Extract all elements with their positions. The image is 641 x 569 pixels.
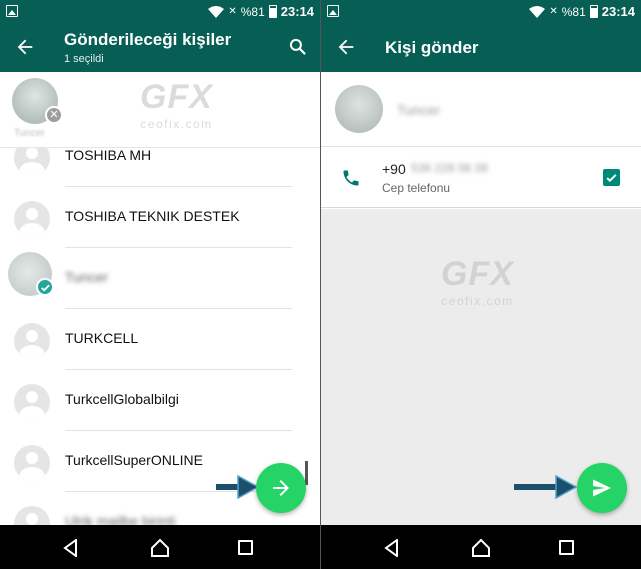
nav-recents-icon[interactable] [559, 540, 574, 555]
page-title: Kişi gönder [385, 38, 479, 57]
nav-recents-icon[interactable] [238, 540, 253, 555]
contact-name: TURKCELL [65, 330, 139, 346]
no-sim-icon: ✕ [228, 6, 237, 17]
gallery-notification-icon [6, 5, 18, 17]
default-avatar-icon [14, 148, 50, 176]
back-arrow-icon[interactable] [14, 36, 36, 58]
battery-percent: %81 [561, 4, 586, 19]
send-icon [593, 479, 611, 497]
default-avatar-icon [14, 445, 50, 481]
nav-home-icon[interactable] [471, 538, 491, 558]
list-item[interactable]: TurkcellGlobalbilgi [0, 370, 320, 431]
status-bar: ✕ %81 23:14 [321, 0, 641, 24]
default-avatar-icon [14, 506, 50, 525]
contact-profile-row: Tuncer [321, 72, 641, 147]
wifi-icon [529, 5, 546, 18]
scrollbar[interactable] [305, 461, 308, 485]
contact-name: Tuncer [65, 269, 109, 285]
clock: 23:14 [280, 4, 314, 19]
nav-home-icon[interactable] [150, 538, 170, 558]
list-item[interactable]: TURKCELL [0, 309, 320, 370]
no-sim-icon: ✕ [549, 6, 558, 17]
clock: 23:14 [601, 4, 635, 19]
list-item-selected[interactable]: Tuncer [0, 248, 320, 309]
nav-back-icon[interactable] [383, 539, 401, 557]
nav-back-icon[interactable] [62, 539, 80, 557]
contact-name: TOSHIBA TEKNIK DESTEK [65, 208, 240, 224]
app-bar: Kişi gönder [321, 24, 641, 72]
phone-number-prefix: +90 [382, 161, 406, 177]
send-contact-screen: ✕ %81 23:14 Kişi gönder Tuncer +90 536 2… [321, 0, 641, 569]
search-icon[interactable] [288, 37, 308, 57]
list-item[interactable]: TOSHIBA TEKNIK DESTEK [0, 187, 320, 248]
contact-name: Ulrik mailbe birinti [65, 513, 176, 525]
system-nav-bar [321, 525, 641, 569]
selected-contact-name: Tuncer [14, 128, 45, 139]
send-button[interactable] [577, 463, 627, 513]
wifi-icon [208, 5, 225, 18]
selection-count: 1 seçildi [64, 53, 104, 65]
battery-icon [268, 5, 277, 18]
checkbox-icon[interactable] [603, 169, 620, 186]
default-avatar-icon [14, 384, 50, 420]
default-avatar-icon [14, 323, 50, 359]
page-title: Gönderileceği kişiler [64, 30, 232, 49]
next-button[interactable] [256, 463, 306, 513]
status-bar: ✕ %81 23:14 [0, 0, 320, 24]
battery-percent: %81 [240, 4, 265, 19]
pointer-arrow-icon [216, 475, 260, 499]
battery-icon [589, 5, 598, 18]
contact-photo [335, 85, 383, 133]
contact-name: TurkcellSuperONLINE [65, 452, 203, 468]
phone-number-row[interactable]: +90 536 228 08 39 Cep telefonu [321, 148, 641, 208]
arrow-right-icon [273, 480, 289, 496]
default-avatar-icon [14, 201, 50, 237]
list-item[interactable]: TOSHIBA MH [0, 148, 320, 187]
phone-number-rest: 536 228 08 39 [411, 161, 488, 175]
phone-icon [343, 170, 359, 186]
remove-selected-icon[interactable]: ✕ [45, 106, 63, 124]
select-contacts-screen: ✕ %81 23:14 Gönderileceği kişiler 1 seçi… [0, 0, 320, 569]
selected-contacts-strip: ✕ Tuncer [0, 72, 320, 148]
app-bar: Gönderileceği kişiler 1 seçildi [0, 24, 320, 72]
selected-check-icon [36, 278, 54, 296]
contact-name: TurkcellGlobalbilgi [65, 391, 179, 407]
gallery-notification-icon [327, 5, 339, 17]
phone-type-label: Cep telefonu [382, 181, 451, 195]
contact-name: TOSHIBA MH [65, 148, 152, 163]
contact-name: Tuncer [397, 102, 441, 118]
system-nav-bar [0, 525, 320, 569]
pointer-arrow-icon [514, 475, 578, 499]
back-arrow-icon[interactable] [335, 36, 357, 58]
